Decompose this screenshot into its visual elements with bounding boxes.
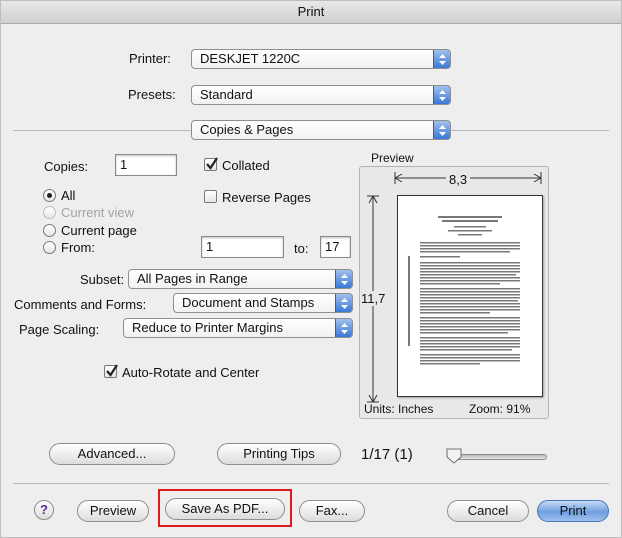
preview-height-label: 11,7 [361,291,386,306]
page-indicator: 1/17 (1) [361,446,413,463]
preview-title: Preview [371,151,414,165]
page-thumbnail [397,195,543,397]
fax-button[interactable]: Fax... [299,500,365,522]
from-field[interactable]: 1 [201,236,284,258]
subset-popup[interactable]: All Pages in Range [128,269,353,289]
scaling-popup[interactable]: Reduce to Printer Margins [123,318,353,338]
comments-label: Comments and Forms: [14,297,147,312]
to-field[interactable]: 17 [320,236,351,258]
radio-from-label: From: [61,240,95,255]
printing-tips-button[interactable]: Printing Tips [217,443,341,465]
zoom-label: Zoom: 91% [469,402,531,416]
popup-arrows-icon [433,121,450,139]
presets-label: Presets: [128,87,176,102]
print-dialog: Print Printer: DESKJET 1220C Presets: St… [0,0,622,538]
collated-label: Collated [222,158,270,173]
reverse-pages-label: Reverse Pages [222,190,311,205]
copies-label: Copies: [44,159,89,174]
document-thumbnail-icon [408,216,520,365]
print-button[interactable]: Print [537,500,609,522]
radio-all-label: All [61,188,76,203]
printer-popup[interactable]: DESKJET 1220C [191,49,451,69]
page-slider-thumb-icon[interactable] [445,447,463,465]
to-value: 17 [325,239,340,254]
units-label: Units: Inches [364,402,434,416]
presets-popup[interactable]: Standard [191,85,451,105]
page-slider-track[interactable] [451,454,547,460]
cancel-button[interactable]: Cancel [447,500,529,522]
scaling-label: Page Scaling: [19,322,100,337]
auto-rotate-label: Auto-Rotate and Center [122,365,260,380]
reverse-pages-checkbox[interactable] [204,190,217,203]
comments-value: Document and Stamps [182,295,315,310]
printer-value: DESKJET 1220C [200,51,301,66]
save-as-pdf-button[interactable]: Save As PDF... [165,498,285,520]
copies-field[interactable]: 1 [115,154,177,176]
presets-value: Standard [200,87,253,102]
radio-current-page-label: Current page [61,223,137,238]
radio-current-page[interactable] [43,224,56,237]
radio-all[interactable] [43,189,56,202]
panel-value: Copies & Pages [200,122,294,137]
collated-checkbox[interactable] [204,157,218,171]
radio-current-view[interactable] [43,206,56,219]
advanced-button[interactable]: Advanced... [49,443,175,465]
help-button[interactable]: ? [34,500,54,520]
title-bar: Print [1,1,621,24]
printer-label: Printer: [129,51,171,66]
window-title: Print [297,4,325,19]
preview-button[interactable]: Preview [77,500,149,522]
popup-arrows-icon [335,294,352,312]
radio-from[interactable] [43,241,56,254]
panel-popup[interactable]: Copies & Pages [191,120,451,140]
comments-popup[interactable]: Document and Stamps [173,293,353,313]
copies-value: 1 [120,157,128,172]
radio-current-view-label: Current view [61,205,134,220]
auto-rotate-checkbox[interactable] [104,364,118,378]
checkmark-icon [206,157,218,170]
popup-arrows-icon [335,319,352,337]
popup-arrows-icon [433,50,450,68]
scaling-value: Reduce to Printer Margins [132,320,284,335]
separator [13,483,609,484]
help-icon: ? [40,502,48,517]
checkmark-icon [106,364,118,377]
preview-width-label: 8,3 [446,172,471,187]
to-label: to: [294,241,309,256]
subset-label: Subset: [80,272,125,287]
subset-value: All Pages in Range [137,271,248,286]
popup-arrows-icon [433,86,450,104]
popup-arrows-icon [335,270,352,288]
from-value: 1 [206,239,214,254]
